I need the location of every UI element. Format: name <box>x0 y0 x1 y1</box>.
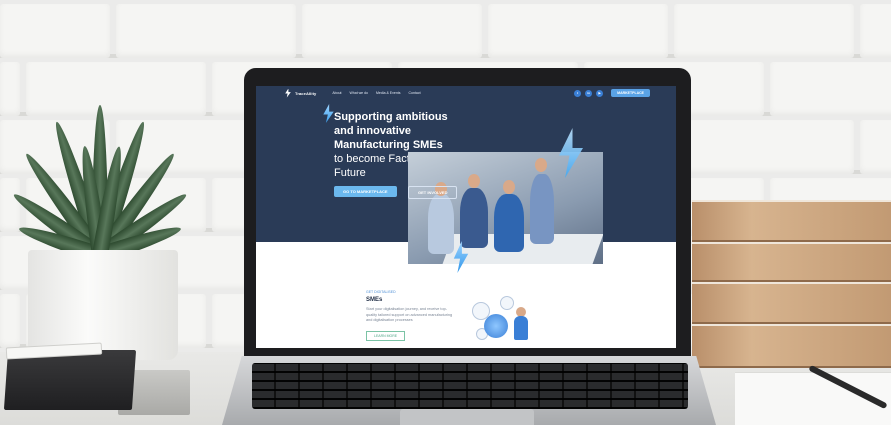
youtube-icon[interactable]: ▶ <box>596 89 604 97</box>
headline-line-2: and innovative <box>334 125 412 137</box>
headline-line-3: Manufacturing SMEs <box>334 139 443 151</box>
marketplace-button[interactable]: MARKETPLACE <box>611 89 650 97</box>
nav-menu: About What we do Media & Events Contact <box>332 91 420 95</box>
laptop-keyboard <box>252 363 688 409</box>
digitalisation-illustration <box>470 296 546 346</box>
section-body: Start your digitalisation journey, and r… <box>366 307 453 322</box>
logo-text: TraceAIlity <box>295 90 317 96</box>
site-nav: TraceAIlity About What we do Media & Eve… <box>256 86 676 100</box>
plant-pot <box>28 250 178 360</box>
headline-line-1: Supporting ambitious <box>334 111 448 123</box>
nav-item-about[interactable]: About <box>332 91 341 95</box>
black-notebook <box>3 350 137 410</box>
globe-icon <box>484 314 508 338</box>
succulent-plant <box>9 90 191 263</box>
smes-section: GET DIGITALISED SMEs Start your digitali… <box>366 290 456 342</box>
linkedin-icon[interactable]: in <box>585 89 593 97</box>
site-logo[interactable]: TraceAIlity <box>284 88 317 98</box>
nav-item-media-events[interactable]: Media & Events <box>376 91 401 95</box>
nav-item-what-we-do[interactable]: What we do <box>350 91 368 95</box>
social-links: t in ▶ <box>574 89 604 97</box>
laptop-screen: TraceAIlity About What we do Media & Eve… <box>256 86 676 348</box>
lightning-logo-icon <box>285 88 291 98</box>
hero-team-photo <box>408 152 603 264</box>
book-stack <box>692 200 891 368</box>
section-kicker: GET DIGITALISED <box>366 290 396 294</box>
laptop-trackpad <box>400 409 534 425</box>
go-to-marketplace-button[interactable]: GO TO MARKETPLACE <box>334 186 397 197</box>
nav-item-contact[interactable]: Contact <box>409 91 421 95</box>
section-title: SMEs <box>366 297 383 303</box>
learn-more-button[interactable]: LEARN MORE <box>366 330 406 341</box>
twitter-icon[interactable]: t <box>574 89 582 97</box>
get-involved-button[interactable]: GET INVOLVED <box>408 186 458 199</box>
